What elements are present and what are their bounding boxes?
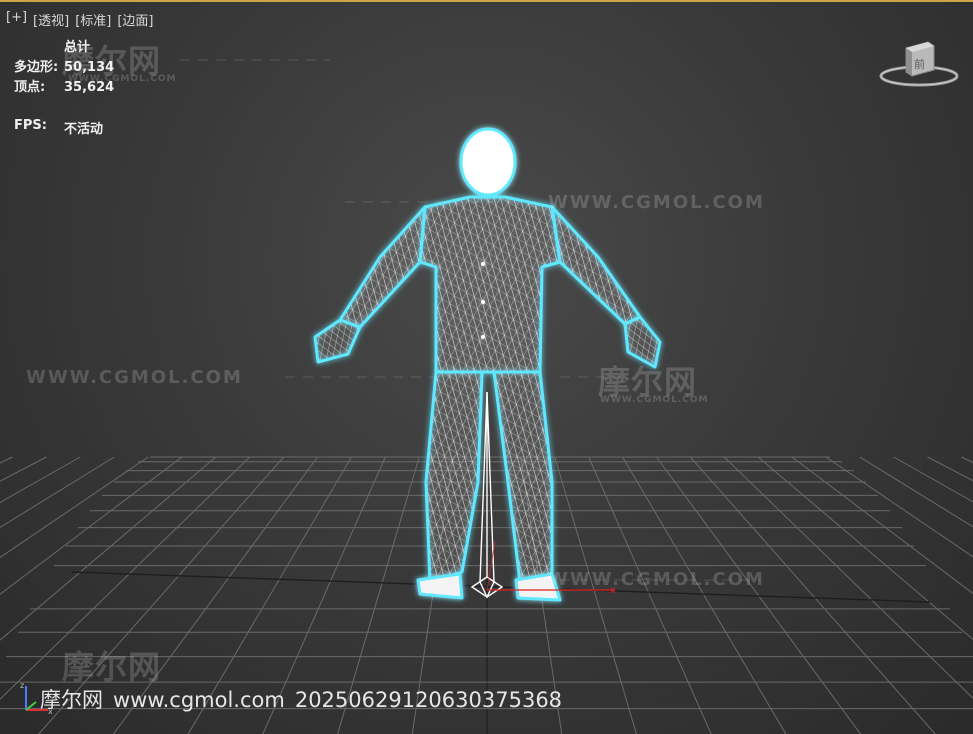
- fps-value: 不活动: [64, 122, 104, 137]
- grid-line: [825, 456, 973, 558]
- stats-vertices-row: 顶点: 35,624: [14, 78, 114, 98]
- grid-line: [588, 456, 712, 734]
- viewcube-front-face[interactable]: 前: [914, 57, 925, 71]
- grid-line: [757, 456, 973, 640]
- watermark-url-small: WWW.CGMOL.COM: [600, 395, 709, 405]
- stats-header: 总计: [64, 40, 91, 55]
- watermark-url: WWW.CGMOL.COM: [26, 367, 243, 388]
- watermark-url: WWW.CGMOL.COM: [548, 569, 765, 590]
- scene-statistics: 总计 多边形: 50,134 顶点: 35,624: [14, 38, 114, 98]
- polygons-value: 50,134: [64, 60, 115, 75]
- viewcube[interactable]: 前: [878, 40, 960, 92]
- watermark-url: WWW.CGMOL.COM: [548, 192, 765, 213]
- footer-site-cn: 摩尔网: [40, 688, 103, 712]
- footer-id: 20250629120630375368: [294, 688, 563, 712]
- footer-watermark: 摩尔网 www.cgmol.com 20250629120630375368: [40, 684, 572, 714]
- footer-site-url: www.cgmol.com: [113, 688, 285, 712]
- viewport-label-menu: [+] [透视] [标准] [边面]: [4, 10, 156, 29]
- viewport-shading-menu[interactable]: [标准]: [73, 10, 113, 29]
- grid-line: [791, 456, 973, 595]
- viewport-display-menu[interactable]: [边面]: [115, 10, 155, 29]
- viewport-view-menu[interactable]: [透视]: [31, 10, 71, 29]
- perspective-viewport[interactable]: x 摩尔网 WWW.CGMOL.COM WWW.CGMOL.COM WWW.CG…: [0, 0, 973, 734]
- svg-text:z: z: [20, 681, 24, 690]
- fps-readout: FPS: 不活动: [14, 118, 103, 137]
- grid-line: [859, 456, 973, 528]
- stats-polygons-row: 多边形: 50,134: [14, 58, 114, 78]
- grid-line: [893, 456, 973, 503]
- vertices-value: 35,624: [64, 80, 115, 95]
- fps-label: FPS:: [14, 118, 47, 133]
- vertices-label: 顶点:: [14, 80, 46, 95]
- polygons-label: 多边形:: [14, 60, 59, 75]
- viewport-plus-menu[interactable]: [+]: [4, 10, 29, 29]
- watermark-logo: 摩尔网: [62, 648, 162, 686]
